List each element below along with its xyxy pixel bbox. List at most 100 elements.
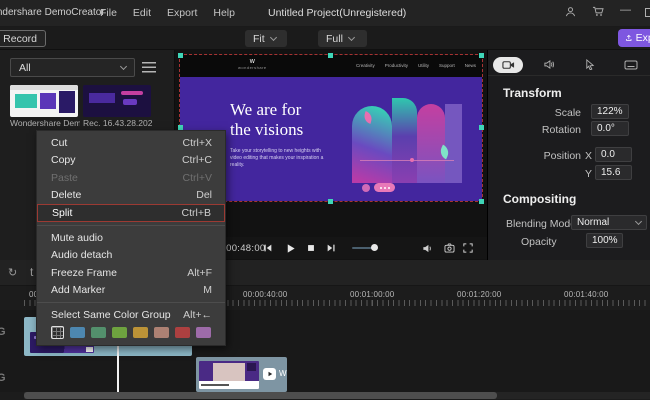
- color-swatch-gold[interactable]: [133, 327, 148, 338]
- menu-item-select-same-color-group[interactable]: Select Same Color GroupAlt+←: [37, 306, 225, 324]
- main-menu: File Edit Export Help: [100, 7, 235, 19]
- site-illustration: [352, 98, 462, 183]
- list-view-icon[interactable]: [142, 62, 156, 73]
- position-label: Position: [521, 150, 581, 162]
- full-dropdown[interactable]: Full: [318, 30, 367, 47]
- menu-item-delete[interactable]: DeleteDel: [37, 187, 225, 205]
- menu-item-paste: PasteCtrl+V: [37, 169, 225, 187]
- speaker-icon: [543, 59, 555, 70]
- preview-slider-knob[interactable]: [371, 244, 378, 251]
- record-button[interactable]: Record: [0, 30, 46, 47]
- menu-separator: [37, 225, 225, 226]
- blending-mode-label: Blending Mode: [506, 218, 576, 230]
- properties-tabs: [488, 58, 650, 76]
- menu-item-freeze-frame[interactable]: Freeze FrameAlt+F: [37, 264, 225, 282]
- media-thumbnail-1[interactable]: [10, 85, 78, 117]
- track1-icon[interactable]: G: [0, 326, 6, 338]
- chevron-down-icon: [635, 218, 642, 225]
- fullscreen-icon[interactable]: [461, 241, 475, 255]
- properties-panel: Transform Scale 122% Rotation 0.0° Posit…: [487, 50, 650, 260]
- menu-item-mute-audio[interactable]: Mute audio: [37, 229, 225, 247]
- fit-dropdown[interactable]: Fit: [245, 30, 287, 47]
- menu-help[interactable]: Help: [213, 7, 235, 19]
- upload-icon: [626, 33, 632, 43]
- menubar: Wondershare DemoCreator File Edit Export…: [0, 0, 650, 27]
- site-headline: We are for the visions: [230, 100, 303, 140]
- media-thumbnail-2[interactable]: [83, 85, 151, 117]
- app-title: Wondershare DemoCreator: [0, 7, 105, 18]
- color-swatch-mauve[interactable]: [154, 327, 169, 338]
- cart-icon[interactable]: [592, 6, 604, 17]
- position-y-input[interactable]: 15.6: [595, 165, 632, 180]
- timeline-scrollbar-thumb[interactable]: [24, 392, 497, 399]
- transform-section-title: Transform: [503, 86, 562, 100]
- selection-handle[interactable]: [479, 199, 484, 204]
- color-swatch-red[interactable]: [175, 327, 190, 338]
- media-filter-dropdown[interactable]: All: [10, 58, 135, 77]
- opacity-input[interactable]: 100%: [586, 233, 623, 248]
- color-none-swatch[interactable]: [51, 326, 64, 339]
- menu-item-cut[interactable]: CutCtrl+X: [37, 134, 225, 152]
- timeline-scrollbar[interactable]: [24, 392, 650, 399]
- play-button[interactable]: [283, 241, 297, 255]
- export-button[interactable]: Export: [618, 29, 650, 47]
- selection-handle[interactable]: [479, 125, 484, 130]
- video-clip-2[interactable]: W: [196, 357, 287, 392]
- color-group-swatches: [37, 324, 225, 342]
- ruler-label: 00:00:40:00: [243, 290, 287, 299]
- menu-item-audio-detach[interactable]: Audio detach: [37, 247, 225, 265]
- color-swatch-purple[interactable]: [196, 327, 211, 338]
- rotation-input[interactable]: 0.0°: [591, 121, 629, 136]
- site-body-text: Take your storytelling to new heights wi…: [230, 148, 332, 169]
- site-avatars: [362, 183, 395, 192]
- snapshot-icon[interactable]: [442, 241, 456, 255]
- clip2-thumbnail: [199, 361, 259, 389]
- scale-input[interactable]: 122%: [591, 104, 629, 119]
- ruler-label: 00:01:20:00: [457, 290, 501, 299]
- menu-item-split[interactable]: SplitCtrl+B: [37, 204, 225, 222]
- video-camera-icon: [502, 60, 515, 70]
- stop-button[interactable]: [304, 241, 318, 255]
- redo-icon[interactable]: ↻: [8, 266, 17, 279]
- position-x-label: X: [585, 150, 592, 162]
- position-y-label: Y: [585, 168, 592, 180]
- play-badge-icon: [263, 368, 276, 380]
- minimize-icon[interactable]: —: [620, 4, 631, 16]
- chevron-down-icon: [270, 34, 277, 41]
- keyboard-icon: [624, 60, 638, 70]
- menu-export[interactable]: Export: [167, 7, 197, 19]
- track2-icon[interactable]: G: [0, 372, 6, 384]
- selection-handle[interactable]: [479, 53, 484, 58]
- tab-caption[interactable]: [616, 57, 646, 73]
- menu-edit[interactable]: Edit: [133, 7, 151, 19]
- menu-file[interactable]: File: [100, 7, 117, 19]
- maximize-icon[interactable]: [645, 8, 650, 17]
- blending-mode-dropdown[interactable]: Normal: [571, 215, 647, 230]
- project-title: Untitled Project(Unregistered): [268, 7, 406, 19]
- media-item-label: Rec. 16.43.28.202: [83, 118, 152, 128]
- ruler-label: 00:01:40:00: [564, 290, 608, 299]
- menu-item-add-marker[interactable]: Add MarkerM: [37, 282, 225, 300]
- media-item-label: Wondershare Dem...: [10, 118, 80, 128]
- selection-handle[interactable]: [328, 199, 333, 204]
- clip2-label: W: [279, 369, 287, 378]
- tab-video[interactable]: [493, 57, 523, 73]
- next-frame-button[interactable]: [324, 241, 338, 255]
- menu-item-copy[interactable]: CopyCtrl+C: [37, 152, 225, 170]
- volume-icon[interactable]: [420, 241, 434, 255]
- account-icon[interactable]: [565, 6, 576, 17]
- opacity-label: Opacity: [521, 236, 557, 248]
- text-tool-icon[interactable]: t: [30, 265, 33, 279]
- color-swatch-blue[interactable]: [70, 327, 85, 338]
- position-x-input[interactable]: 0.0: [595, 147, 632, 162]
- context-menu: CutCtrl+X CopyCtrl+C PasteCtrl+V DeleteD…: [36, 130, 226, 346]
- selection-handle[interactable]: [178, 53, 183, 58]
- selection-handle[interactable]: [328, 53, 333, 58]
- chevron-down-icon: [348, 34, 355, 41]
- tab-cursor[interactable]: [575, 57, 605, 73]
- color-swatch-green[interactable]: [112, 327, 127, 338]
- color-swatch-teal[interactable]: [91, 327, 106, 338]
- tab-audio[interactable]: [534, 57, 564, 73]
- scale-label: Scale: [521, 107, 581, 119]
- previous-frame-button[interactable]: [261, 241, 275, 255]
